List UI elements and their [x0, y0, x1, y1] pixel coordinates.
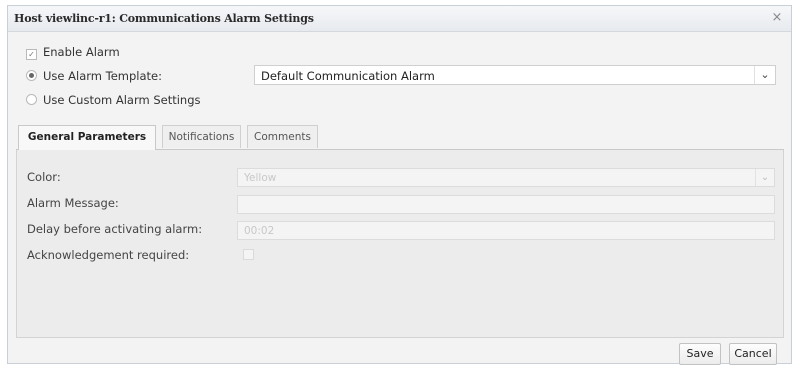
- alarm-template-select[interactable]: Default Communication Alarm ⌄: [254, 65, 776, 85]
- color-select[interactable]: Yellow ⌄: [237, 168, 775, 187]
- color-value: Yellow: [244, 172, 277, 184]
- enable-alarm-checkbox[interactable]: ✓: [26, 49, 37, 60]
- use-custom-radio[interactable]: [26, 94, 37, 105]
- acknowledgement-checkbox[interactable]: [243, 249, 254, 260]
- general-parameters-panel: Color: Yellow ⌄ Alarm Message: Delay bef…: [16, 150, 784, 338]
- use-custom-label: Use Custom Alarm Settings: [43, 93, 201, 107]
- use-template-radio[interactable]: [26, 70, 37, 81]
- use-custom-option[interactable]: Use Custom Alarm Settings: [26, 93, 201, 107]
- color-label: Color:: [27, 170, 61, 184]
- tab-notifications[interactable]: Notifications: [162, 125, 241, 148]
- dialog-title: Host viewlinc-r1: Communications Alarm S…: [14, 12, 314, 25]
- alarm-settings-dialog: Host viewlinc-r1: Communications Alarm S…: [7, 5, 792, 365]
- acknowledgement-label: Acknowledgement required:: [27, 248, 190, 262]
- dialog-titlebar: Host viewlinc-r1: Communications Alarm S…: [8, 6, 791, 32]
- tab-comments[interactable]: Comments: [247, 125, 318, 148]
- alarm-template-value: Default Communication Alarm: [261, 69, 435, 83]
- alarm-message-field[interactable]: [237, 195, 775, 214]
- use-template-label: Use Alarm Template:: [43, 69, 162, 83]
- enable-alarm-option[interactable]: ✓ Enable Alarm: [26, 45, 120, 60]
- close-icon[interactable]: ×: [769, 10, 785, 26]
- alarm-message-label: Alarm Message:: [27, 196, 119, 210]
- tab-bar: General Parameters Notifications Comment…: [16, 125, 784, 150]
- delay-field[interactable]: 00:02: [237, 221, 775, 240]
- use-template-option[interactable]: Use Alarm Template:: [26, 69, 162, 83]
- save-button[interactable]: Save: [679, 343, 721, 365]
- chevron-down-icon[interactable]: ⌄: [754, 66, 775, 84]
- delay-label: Delay before activating alarm:: [27, 222, 203, 236]
- tab-general-parameters[interactable]: General Parameters: [18, 125, 156, 150]
- chevron-down-icon[interactable]: ⌄: [755, 169, 774, 186]
- cancel-button[interactable]: Cancel: [729, 343, 777, 365]
- enable-alarm-label: Enable Alarm: [43, 45, 120, 59]
